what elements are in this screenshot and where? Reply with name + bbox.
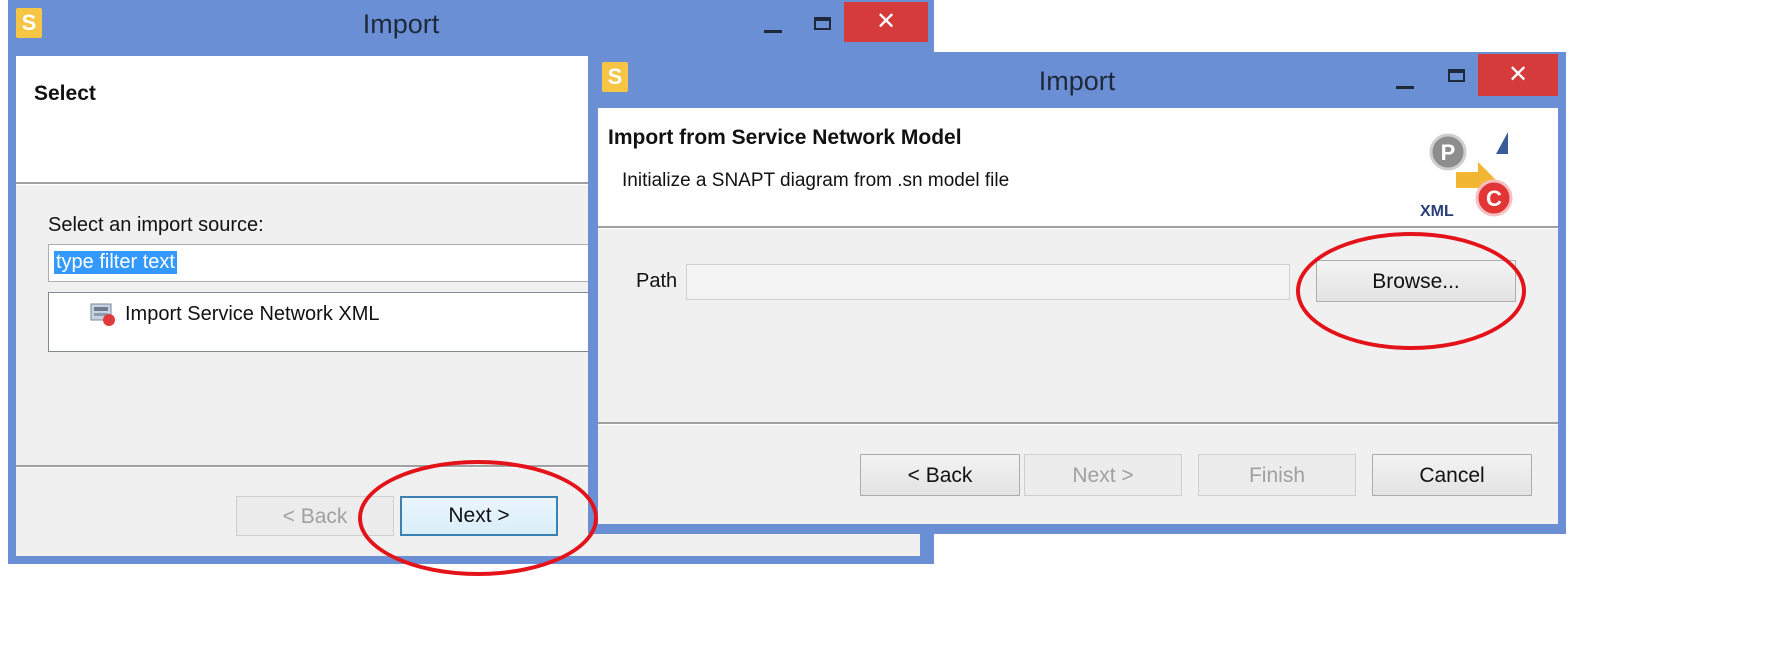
tree-item-label: Import Service Network XML <box>125 303 380 325</box>
header-separator <box>598 226 1558 229</box>
banner-xml-text: XML <box>1420 203 1454 220</box>
front-import-window: S Import ✕ Import from Service Network M… <box>588 52 1566 534</box>
maximize-icon[interactable] <box>1448 69 1465 82</box>
next-button[interactable]: Next > <box>1024 454 1182 496</box>
browse-button[interactable]: Browse... <box>1316 260 1516 302</box>
window-title: Import <box>362 9 440 39</box>
front-titlebar[interactable]: S Import ✕ <box>588 52 1566 98</box>
front-client-area: Import from Service Network Model Initia… <box>598 108 1558 524</box>
page-title: Select <box>34 82 96 105</box>
filter-text: type filter text <box>54 251 177 274</box>
minimize-icon[interactable] <box>1396 86 1414 89</box>
svg-text:P: P <box>1441 140 1456 165</box>
back-titlebar[interactable]: S Import ✕ <box>8 0 934 46</box>
window-title: Import <box>1038 66 1116 96</box>
close-button[interactable]: ✕ <box>1478 54 1558 96</box>
footer-separator <box>598 422 1558 425</box>
page-description: Initialize a SNAPT diagram from .sn mode… <box>622 170 1010 191</box>
close-icon: ✕ <box>875 8 897 35</box>
finish-button[interactable]: Finish <box>1198 454 1356 496</box>
page-title: Import from Service Network Model <box>608 126 962 149</box>
back-button[interactable]: < Back <box>860 454 1020 496</box>
back-button[interactable]: < Back <box>236 496 394 536</box>
next-button[interactable]: Next > <box>400 496 558 536</box>
cancel-button[interactable]: Cancel <box>1372 454 1532 496</box>
close-icon: ✕ <box>1507 61 1529 88</box>
path-label: Path <box>636 270 678 292</box>
import-source-label: Select an import source: <box>48 214 264 236</box>
path-input[interactable] <box>686 264 1290 300</box>
svg-text:C: C <box>1486 186 1502 211</box>
xml-pc-conversion-icon: P C XML <box>1420 132 1513 220</box>
xml-import-icon <box>90 303 115 326</box>
import-source-tree[interactable]: Import Service Network XML <box>48 292 668 352</box>
front-header: Import from Service Network Model Initia… <box>598 108 1558 226</box>
filter-input[interactable]: type filter text <box>48 244 668 282</box>
close-button[interactable]: ✕ <box>844 2 928 42</box>
maximize-icon[interactable] <box>814 17 831 30</box>
minimize-icon[interactable] <box>764 30 782 33</box>
